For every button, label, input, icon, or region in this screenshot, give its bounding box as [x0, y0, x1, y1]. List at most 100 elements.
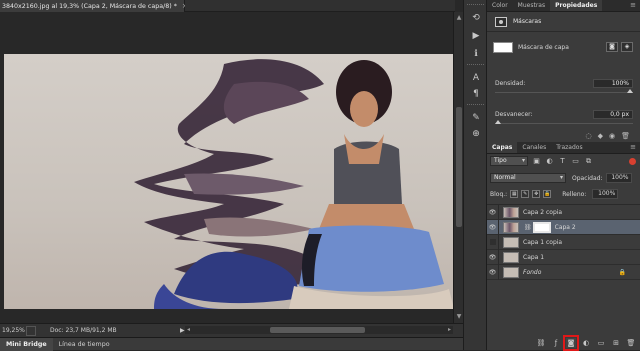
document-tab[interactable]: 3840x2160.jpg al 19,3% (Capa 2, Máscara … [0, 0, 188, 12]
visibility-eye-icon[interactable]: 👁 [487, 264, 499, 280]
panel-menu-icon[interactable]: ≡ [630, 0, 636, 11]
lock-position-icon[interactable]: ✥ [532, 190, 541, 198]
mask-link-icon[interactable]: ⛓ [524, 224, 532, 231]
lock-pixels-icon[interactable]: ✎ [521, 190, 530, 198]
zoom-level[interactable]: 19,25% [0, 327, 26, 334]
dock-grip-2[interactable] [467, 64, 484, 67]
filter-kind-select[interactable]: Tipo [490, 156, 528, 166]
load-selection-icon[interactable]: ◌ [586, 132, 592, 140]
clone-source-icon[interactable]: ⊕ [469, 128, 483, 140]
right-panels: Color Muestras Propiedades ≡ Máscaras Má… [487, 0, 640, 351]
layer-name: Fondo [523, 268, 542, 276]
layer-name: Capa 1 copia [523, 238, 563, 246]
density-row: Densidad: 100% [495, 78, 633, 88]
layer-row-capa-1-copia[interactable]: Capa 1 copia [487, 234, 640, 250]
visibility-eye-icon[interactable]: 👁 [487, 204, 499, 220]
feather-slider[interactable] [495, 120, 633, 124]
disable-mask-icon[interactable]: ◉ [609, 132, 615, 140]
visibility-eye-icon[interactable] [487, 234, 499, 250]
lock-transparency-icon[interactable]: ▦ [510, 190, 519, 198]
tab-mini-bridge[interactable]: Mini Bridge [0, 337, 53, 351]
layer-row-fondo[interactable]: 👁 Fondo 🔒 [487, 264, 640, 280]
new-layer-icon[interactable]: ⊞ [611, 338, 621, 348]
visibility-eye-icon[interactable]: 👁 [487, 249, 499, 265]
dock-grip[interactable] [467, 4, 484, 7]
opacity-input[interactable]: 100% [605, 173, 632, 183]
scroll-left-icon[interactable]: ◂ [187, 326, 190, 333]
layers-menu-icon[interactable]: ≡ [630, 142, 636, 153]
density-slider[interactable] [495, 89, 633, 93]
filter-smart-object-icon[interactable]: ⧉ [584, 157, 593, 166]
brush-icon[interactable]: ✎ [469, 112, 483, 124]
vertical-scroll-thumb[interactable] [456, 107, 462, 227]
filter-type-icon[interactable]: T [558, 157, 567, 165]
tab-swatches[interactable]: Muestras [513, 0, 550, 11]
layer-name: Capa 1 [523, 253, 545, 261]
lock-all-icon[interactable]: 🔒 [543, 190, 552, 198]
pixel-mask-button[interactable]: ◙ [606, 42, 618, 52]
zoom-toggle-icon[interactable] [26, 325, 36, 336]
layer-row-capa-1[interactable]: 👁 Capa 1 [487, 249, 640, 265]
blend-mode-select[interactable]: Normal [490, 173, 566, 183]
vertical-scrollbar[interactable]: ▲ ▼ [453, 12, 463, 323]
scroll-down-icon[interactable]: ▼ [455, 313, 463, 321]
bottom-panel-tabs: Mini Bridge Línea de tiempo [0, 337, 463, 351]
density-input[interactable]: 100% [593, 78, 633, 88]
vector-mask-button[interactable]: ◈ [621, 42, 633, 52]
trash-icon[interactable]: 🗑 [626, 338, 636, 348]
paragraph-icon[interactable]: ¶ [469, 88, 483, 100]
feather-input[interactable]: 0,0 px [593, 109, 633, 119]
feather-slider-knob[interactable] [495, 120, 501, 124]
scroll-right-icon[interactable]: ▸ [448, 326, 451, 333]
canvas-area[interactable] [0, 12, 454, 323]
mask-icon [495, 16, 507, 27]
opacity-label: Opacidad: [572, 174, 603, 182]
layer-thumbnail [503, 221, 519, 233]
tab-channels[interactable]: Canales [517, 142, 551, 153]
fill-label: Relleno: [562, 190, 587, 198]
lock-icon: 🔒 [618, 268, 626, 276]
tab-properties[interactable]: Propiedades [550, 0, 603, 11]
density-label: Densidad: [495, 79, 526, 87]
delete-mask-icon[interactable]: 🗑 [621, 132, 630, 140]
adjustment-icon[interactable]: ◐ [581, 338, 591, 348]
tab-timeline[interactable]: Línea de tiempo [53, 338, 116, 351]
filter-adjustment-icon[interactable]: ◐ [545, 157, 554, 165]
dock-grip-3[interactable] [467, 104, 484, 107]
feather-label: Desvanecer: [495, 110, 533, 118]
mask-label: Máscara de capa [518, 43, 569, 51]
layers-filter-bar: Tipo ▣ ◐ T ▭ ⧉ [487, 154, 640, 168]
layer-thumbnail [503, 236, 519, 248]
character-icon[interactable]: A [469, 72, 483, 84]
fx-icon[interactable]: ƒ [551, 338, 561, 348]
link-icon[interactable]: ⛓ [536, 338, 546, 348]
layer-mask-thumbnail[interactable] [532, 221, 551, 233]
tab-color[interactable]: Color [487, 0, 513, 11]
scroll-up-icon[interactable]: ▲ [455, 14, 463, 22]
add-mask-icon[interactable]: ◙ [563, 334, 579, 351]
filter-pixel-icon[interactable]: ▣ [532, 157, 541, 165]
info-icon[interactable]: ℹ [469, 48, 483, 60]
apply-mask-icon[interactable]: ◆ [598, 132, 603, 140]
fill-input[interactable]: 100% [592, 189, 619, 199]
filter-shape-icon[interactable]: ▭ [571, 157, 580, 165]
filter-toggle-icon[interactable] [629, 157, 636, 165]
horizontal-scroll-thumb[interactable] [270, 327, 365, 333]
layers-footer: ⛓ ƒ ◙ ◐ ▭ ⊞ 🗑 [487, 334, 640, 351]
density-slider-knob[interactable] [627, 89, 633, 93]
mask-thumbnail[interactable] [493, 41, 513, 53]
layers-tabbar: Capas Canales Trazados ≡ [487, 142, 640, 154]
history-icon[interactable]: ⟲ [469, 12, 483, 24]
horizontal-scrollbar[interactable]: ◂ ▸ [185, 326, 453, 334]
document-image[interactable] [4, 54, 454, 309]
group-icon[interactable]: ▭ [596, 338, 606, 348]
layer-thumbnail [503, 206, 519, 218]
photo-artwork [134, 59, 454, 309]
tab-layers[interactable]: Capas [487, 142, 518, 153]
layer-row-capa-2-copia[interactable]: 👁 Capa 2 copia [487, 204, 640, 220]
lock-row: Bloq.: ▦ ✎ ✥ 🔒 Relleno: 100% [490, 188, 638, 200]
actions-play-icon[interactable]: ▶ [469, 30, 483, 42]
tab-paths[interactable]: Trazados [551, 142, 587, 153]
visibility-eye-icon[interactable]: 👁 [487, 219, 499, 235]
layer-row-capa-2[interactable]: 👁 ⛓ Capa 2 [487, 219, 640, 235]
